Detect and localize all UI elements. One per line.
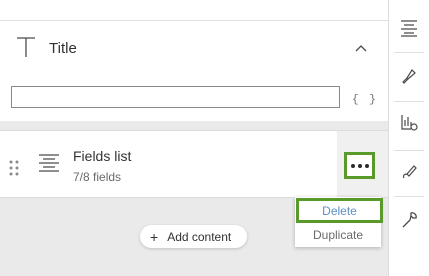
title-element-label: Title [49, 40, 77, 57]
rail-style-button[interactable] [389, 56, 429, 96]
previous-element-strip [0, 0, 388, 21]
dot-icon [357, 163, 362, 168]
duplicate-menu-item[interactable]: Duplicate [295, 224, 381, 246]
chevron-up-icon[interactable] [354, 43, 368, 53]
wrench-icon [402, 212, 417, 228]
dot-icon [364, 163, 369, 168]
rail-draw-button[interactable] [389, 152, 429, 192]
style-brush-icon [402, 69, 416, 84]
rail-divider [394, 150, 424, 151]
chart-settings-icon [401, 115, 418, 131]
text-icon [17, 37, 35, 57]
fields-list-icon [39, 154, 59, 172]
drag-handle-icon[interactable] [8, 159, 20, 177]
rail-divider [394, 52, 424, 53]
rail-chart-button[interactable] [389, 102, 429, 142]
list-layout-icon [401, 20, 417, 37]
plus-icon: + [150, 228, 159, 245]
title-element: Title { } [0, 21, 388, 121]
element-context-menu: Delete Duplicate [295, 197, 383, 247]
delete-menu-item[interactable]: Delete [296, 198, 383, 223]
expression-icon[interactable]: { } [352, 94, 378, 106]
right-toolbar [388, 0, 429, 276]
rail-layout-button[interactable] [389, 8, 429, 48]
dot-icon [350, 163, 355, 168]
add-content-button[interactable]: + Add content [140, 225, 247, 248]
fields-list-element[interactable]: Fields list 7/8 fields [0, 130, 388, 198]
fields-count: 7/8 fields [73, 170, 122, 184]
title-input[interactable] [11, 86, 340, 108]
add-content-label: Add content [167, 229, 232, 244]
draw-pen-icon [402, 165, 417, 179]
rail-divider [394, 196, 424, 197]
rail-settings-button[interactable] [389, 200, 429, 240]
fields-list-title: Fields list [73, 148, 132, 164]
more-options-button[interactable] [344, 152, 375, 179]
